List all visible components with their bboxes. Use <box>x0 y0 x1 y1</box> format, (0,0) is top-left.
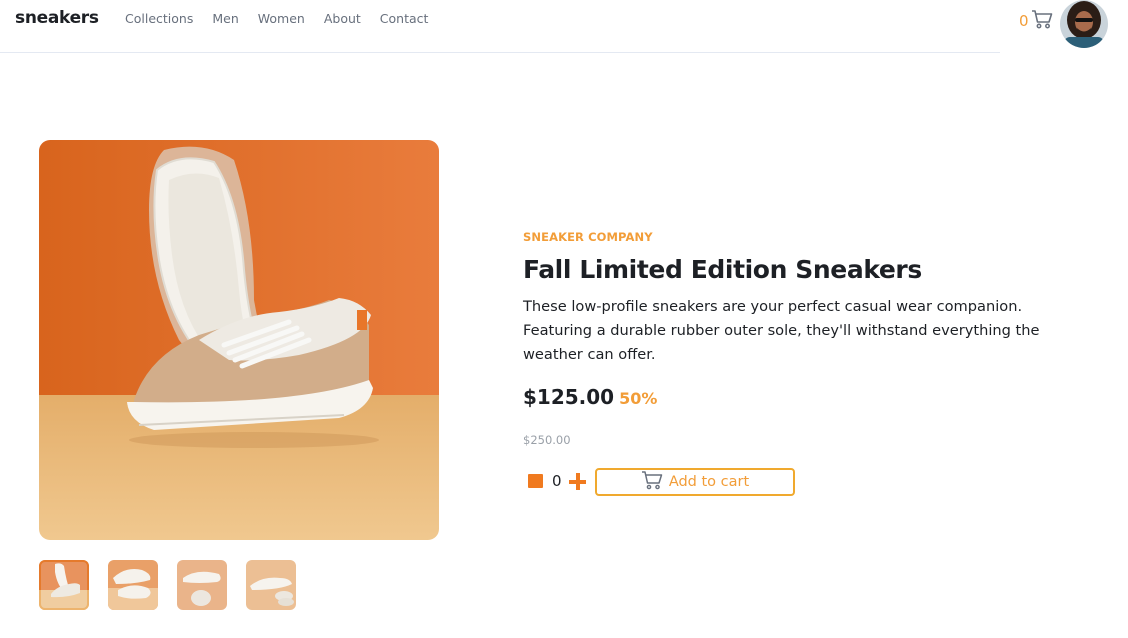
quantity-stepper: 0 <box>528 472 586 490</box>
product-main-image[interactable] <box>39 140 439 540</box>
original-price: $250.00 <box>523 433 571 447</box>
cart-icon <box>1031 9 1053 33</box>
cart-icon <box>641 470 663 494</box>
add-to-cart-label: Add to cart <box>668 474 750 490</box>
increase-quantity-button[interactable] <box>569 472 586 490</box>
company-name: SNEAKER COMPANY <box>523 230 653 244</box>
cart-count: 0 <box>1019 12 1029 30</box>
price-row: $125.00 50% <box>523 385 657 409</box>
decrease-quantity-button[interactable] <box>528 474 543 488</box>
product-title: Fall Limited Edition Sneakers <box>523 255 922 284</box>
thumbnail-strip <box>39 560 296 610</box>
current-price: $125.00 <box>523 385 615 409</box>
nav-men[interactable]: Men <box>212 11 238 26</box>
thumbnail-3[interactable] <box>177 560 227 610</box>
avatar[interactable] <box>1060 0 1108 48</box>
nav-women[interactable]: Women <box>258 11 305 26</box>
thumbnail-1[interactable] <box>39 560 89 610</box>
add-to-cart-button[interactable]: Add to cart <box>595 468 795 496</box>
main-nav: Collections Men Women About Contact <box>125 11 428 26</box>
thumbnail-4[interactable] <box>246 560 296 610</box>
thumbnail-2[interactable] <box>108 560 158 610</box>
nav-collections[interactable]: Collections <box>125 11 193 26</box>
cart-button[interactable]: 0 <box>1019 9 1053 33</box>
nav-contact[interactable]: Contact <box>380 11 429 26</box>
site-header: sneakers Collections Men Women About Con… <box>0 0 1000 53</box>
nav-about[interactable]: About <box>324 11 361 26</box>
product-description: These low-profile sneakers are your perf… <box>523 298 1040 363</box>
discount-badge: 50% <box>619 389 658 408</box>
quantity-value: 0 <box>552 472 562 490</box>
logo[interactable]: sneakers <box>15 8 99 28</box>
